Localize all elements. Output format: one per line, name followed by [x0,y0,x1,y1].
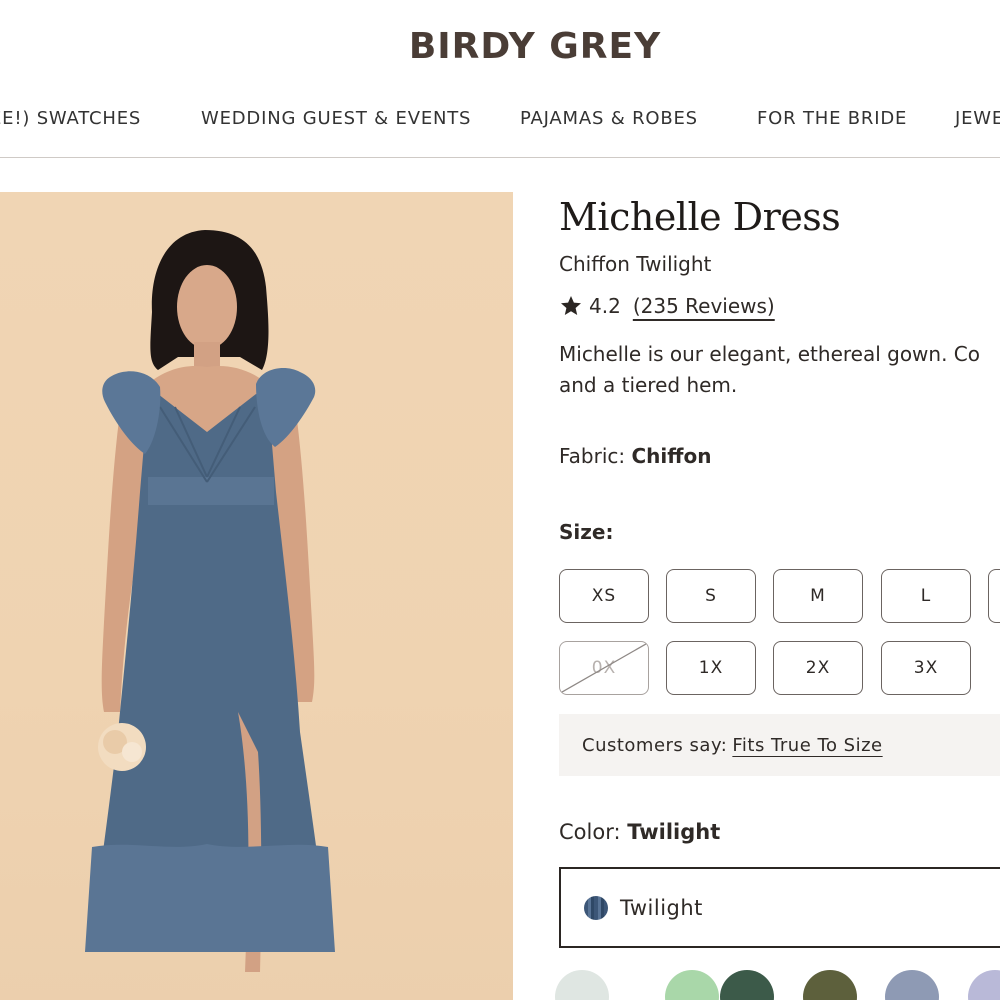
reviews-link[interactable]: (235 Reviews) [633,294,775,318]
description-line-2: and a tiered hem. [559,373,738,397]
nav-item-jewelry[interactable]: JEWE [955,108,1000,129]
star-icon [561,296,581,315]
brand-logo[interactable]: BIRDY GREY [0,26,1000,67]
size-button-1x[interactable]: 1X [666,641,756,695]
nav-item-wedding-guest[interactable]: WEDDING GUEST & EVENTS [201,108,471,129]
selected-color-name: Twilight [620,895,703,920]
swatch-olive[interactable] [803,970,857,1000]
rating-value: 4.2 [589,294,621,318]
rating-row: 4.2 (235 Reviews) [559,294,775,318]
product-title: Michelle Dress [559,195,841,239]
size-button-2x[interactable]: 2X [773,641,863,695]
swatch-emerald[interactable] [720,970,774,1000]
size-button-xl-partial[interactable] [988,569,1000,623]
product-description: Michelle is our elegant, ethereal gown. … [559,339,1000,401]
fit-summary: Customers say: Fits True To Size [559,714,1000,776]
main-nav: EE!) SWATCHES WEDDING GUEST & EVENTS PAJ… [0,108,1000,134]
size-button-s[interactable]: S [666,569,756,623]
fabric-info: Fabric: Chiffon [559,444,711,468]
swatch-lavender[interactable] [968,970,1000,1000]
size-button-0x-unavailable[interactable]: 0X [559,641,649,695]
swatch-slate-blue[interactable] [885,970,939,1000]
strikethrough-icon [561,643,647,693]
size-button-m[interactable]: M [773,569,863,623]
model-illustration [85,230,335,972]
size-button-3x[interactable]: 3X [881,641,971,695]
size-button-l[interactable]: L [881,569,971,623]
fabric-label: Fabric: [559,444,632,468]
product-subtitle: Chiffon Twilight [559,252,712,276]
nav-item-for-the-bride[interactable]: FOR THE BRIDE [757,108,907,129]
color-select[interactable]: Twilight [559,867,1000,948]
twilight-swatch-icon [584,895,608,920]
description-line-1: Michelle is our elegant, ethereal gown. … [559,342,981,366]
swatch-mint[interactable] [665,970,719,1000]
product-image[interactable] [0,192,513,1000]
color-label: Color: Twilight [559,820,720,844]
nav-item-swatches[interactable]: EE!) SWATCHES [0,108,141,129]
fit-link[interactable]: Fits True To Size [732,735,882,756]
swatch-light-sage[interactable] [555,970,609,1000]
nav-item-pajamas-robes[interactable]: PAJAMAS & ROBES [520,108,698,129]
size-label: Size: [559,520,614,544]
fabric-value: Chiffon [631,444,712,468]
color-label-value: Twilight [627,820,721,844]
fit-prefix: Customers say: [582,734,728,756]
size-button-xs[interactable]: XS [559,569,649,623]
nav-divider [0,157,1000,158]
color-label-text: Color: [559,820,628,844]
